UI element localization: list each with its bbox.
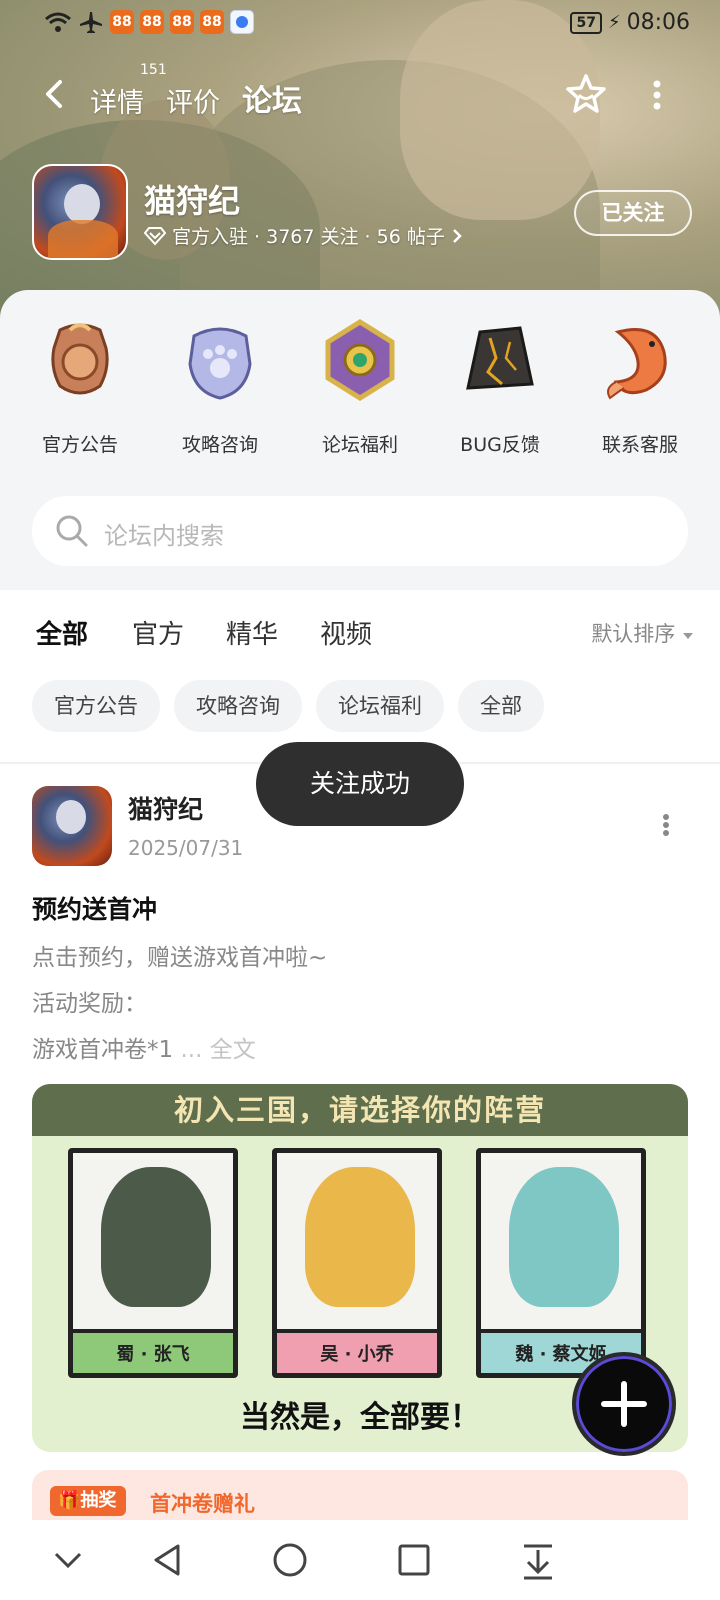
post-body-line: 游戏首冲卷*1 ... 全文 <box>32 1030 256 1064</box>
more-options-icon[interactable] <box>652 78 662 112</box>
follow-button[interactable]: 已关注 <box>574 190 692 236</box>
entry-label: 攻略咨询 <box>181 434 258 456</box>
sort-label: 默认排序 <box>591 622 676 646</box>
notification-pulldown-icon[interactable] <box>516 1538 560 1582</box>
notification-app-icon: 88 <box>200 10 224 34</box>
post-author[interactable]: 猫狩纪 <box>128 790 203 826</box>
toast-message: 关注成功 <box>256 742 464 826</box>
post-title[interactable]: 预约送首冲 <box>32 890 157 926</box>
forum-meta[interactable]: 官方入驻 · 3767 关注 · 56 帖子 <box>144 222 463 249</box>
browser-app-icon <box>230 10 254 34</box>
back-arrow-icon[interactable] <box>36 74 76 114</box>
read-more-link[interactable]: ... 全文 <box>173 1037 255 1063</box>
hero-name: 蜀 · 张飞 <box>73 1329 233 1373</box>
hero-card: 蜀 · 张飞 <box>68 1148 238 1378</box>
forum-entries-panel: 官方公告 攻略咨询 论坛福利 BUG反馈 联系客服 论坛内搜索 <box>0 290 720 590</box>
clock: 08:06 <box>626 10 690 35</box>
lottery-tag-label: 抽奖 <box>80 1490 117 1511</box>
nav-back-icon[interactable] <box>146 1538 190 1582</box>
system-nav-bar <box>0 1520 720 1600</box>
chevron-right-icon <box>452 228 462 243</box>
status-bar: 88 88 88 88 57 ⚡ 08:06 <box>0 0 720 48</box>
hero-card: 魏 · 蔡文姬 <box>476 1148 646 1378</box>
feed-tab-video[interactable]: 视频 <box>320 614 372 651</box>
notification-app-icon: 88 <box>110 10 134 34</box>
nav-recents-icon[interactable] <box>392 1538 436 1582</box>
filter-chips: 官方公告 攻略咨询 论坛福利 全部 <box>32 680 544 732</box>
charging-icon: ⚡ <box>607 12 621 33</box>
entry-label: 联系客服 <box>601 434 678 456</box>
nav-home-icon[interactable] <box>268 1538 312 1582</box>
top-nav: 详情 评价 论坛 151 <box>0 62 720 126</box>
forum-header: 猫狩纪 官方入驻 · 3767 关注 · 56 帖子 已关注 <box>32 164 692 260</box>
favorite-star-icon[interactable] <box>564 72 608 116</box>
lottery-title: 首冲卷赠礼 <box>150 1492 255 1516</box>
game-icon[interactable] <box>32 164 128 260</box>
forum-search-bar[interactable]: 论坛内搜索 <box>32 496 688 566</box>
entry-bug-feedback[interactable]: BUG反馈 <box>435 318 565 457</box>
post-more-icon[interactable] <box>662 814 670 836</box>
entry-label: BUG反馈 <box>460 434 540 456</box>
post-body-line: 点击预约，赠送游戏首冲啦~ <box>32 945 328 971</box>
entry-customer-service[interactable]: 联系客服 <box>575 318 705 457</box>
chip-welfare[interactable]: 论坛福利 <box>316 680 444 732</box>
entry-strategy[interactable]: 攻略咨询 <box>155 318 285 457</box>
sort-dropdown[interactable]: 默认排序 <box>591 618 694 648</box>
diamond-icon <box>144 226 166 245</box>
search-icon <box>56 515 88 547</box>
chevron-down-icon[interactable] <box>46 1538 90 1582</box>
feed-tab-all[interactable]: 全部 <box>36 614 88 653</box>
review-count-badge: 151 <box>140 62 167 78</box>
chip-all[interactable]: 全部 <box>458 680 544 732</box>
forum-meta-text: 官方入驻 · 3767 关注 · 56 帖子 <box>172 226 445 248</box>
create-post-button[interactable] <box>572 1352 676 1456</box>
koi-fish-icon <box>607 328 667 400</box>
lottery-tag: 🎁抽奖 <box>50 1486 127 1516</box>
image-banner-text: 初入三国，请选择你的阵营 <box>32 1084 688 1136</box>
post-body-text: 游戏首冲卷*1 <box>32 1037 174 1063</box>
plus-icon <box>601 1381 647 1427</box>
search-input[interactable]: 论坛内搜索 <box>104 516 224 551</box>
header-banner <box>0 0 720 320</box>
feed-tab-official[interactable]: 官方 <box>132 614 184 651</box>
entry-announcement[interactable]: 官方公告 <box>15 318 145 457</box>
notification-app-icon: 88 <box>170 10 194 34</box>
tab-details[interactable]: 详情 <box>90 81 144 120</box>
announcement-badge-icon <box>51 323 109 395</box>
tab-forum[interactable]: 论坛 <box>242 76 302 120</box>
entry-label: 论坛福利 <box>321 434 398 456</box>
entry-label: 官方公告 <box>41 434 118 456</box>
dropdown-arrow-icon <box>683 633 693 639</box>
battery-icon: 57 <box>570 11 602 34</box>
feed-tab-featured[interactable]: 精华 <box>226 614 278 651</box>
forum-name: 猫狩纪 <box>144 182 241 220</box>
notification-app-icon: 88 <box>140 10 164 34</box>
chip-strategy[interactable]: 攻略咨询 <box>174 680 302 732</box>
feed-tabs: 全部 官方 精华 视频 默认排序 <box>0 590 720 670</box>
gem-badge-icon <box>325 319 395 401</box>
post-body-line: 活动奖励： <box>32 991 147 1017</box>
status-icons-right: 57 ⚡ 08:06 <box>570 10 690 35</box>
tab-reviews[interactable]: 评价 <box>166 81 220 120</box>
avatar[interactable] <box>32 786 112 866</box>
gift-icon: 🎁 <box>58 1490 81 1511</box>
hero-name: 吴 · 小乔 <box>277 1329 437 1373</box>
hero-card: 吴 · 小乔 <box>272 1148 442 1378</box>
airplane-mode-icon <box>80 12 102 33</box>
post-date: 2025/07/31 <box>128 836 244 860</box>
wifi-icon <box>45 12 71 32</box>
stone-icon <box>466 326 534 390</box>
status-icons-left: 88 88 88 88 <box>44 10 254 34</box>
paw-badge-icon <box>188 327 252 400</box>
chip-announcement[interactable]: 官方公告 <box>32 680 160 732</box>
entry-welfare[interactable]: 论坛福利 <box>295 318 425 457</box>
